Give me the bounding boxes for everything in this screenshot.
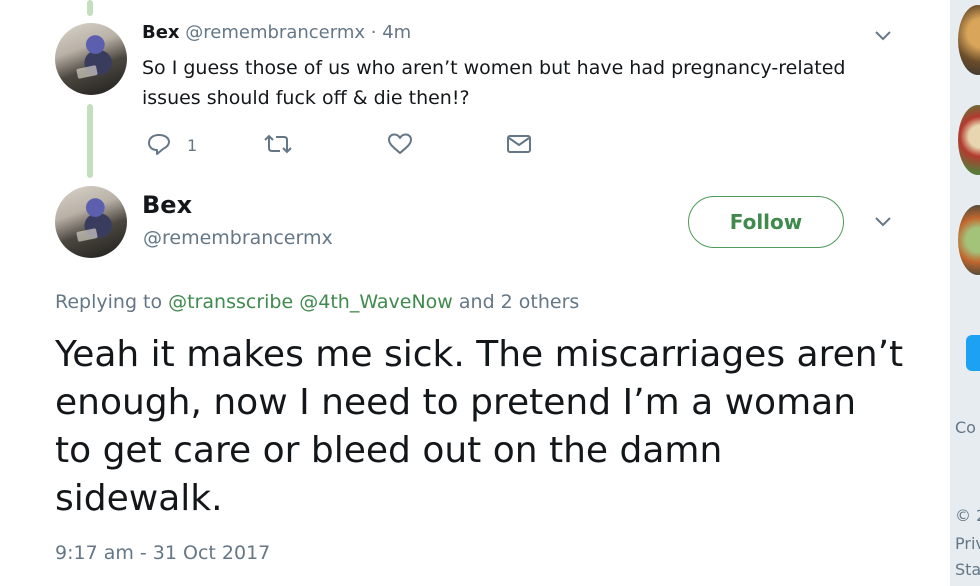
tweet-text: Yeah it makes me sick. The miscarriages … (55, 331, 903, 523)
sidebar-button[interactable] (966, 335, 980, 371)
thread-line-bottom (87, 104, 93, 178)
follow-button[interactable]: Follow (688, 196, 844, 248)
replying-prefix: Replying to (55, 291, 169, 313)
replying-user-link[interactable]: @transscribe (168, 291, 293, 313)
right-sidebar: Co © 2 Priv Sta (950, 0, 980, 586)
sidebar-text[interactable]: Co (955, 418, 976, 437)
parent-tweet-header: Bex @remembrancermx · 4m (142, 22, 411, 43)
replying-others[interactable]: and 2 others (453, 291, 579, 313)
tweet-text-line-2: enough, now I need to pretend I’m a woma… (55, 382, 857, 423)
author-avatar[interactable] (55, 186, 127, 258)
author-display-name[interactable]: Bex (142, 191, 192, 219)
replying-to: Replying to @transscribe @4th_WaveNow an… (55, 291, 579, 313)
sidebar-text: © 2 (955, 506, 980, 525)
tweet-timestamp[interactable]: 9:17 am - 31 Oct 2017 (55, 542, 270, 564)
parent-separator: · (365, 22, 383, 43)
sidebar-avatar[interactable] (958, 105, 980, 175)
parent-text-line-1: So I guess those of us who aren’t women … (142, 57, 846, 79)
replying-user-link[interactable]: @4th_WaveNow (299, 291, 453, 313)
parent-time[interactable]: 4m (382, 22, 411, 43)
parent-handle[interactable]: @remembrancermx (185, 22, 365, 43)
sidebar-avatar[interactable] (958, 5, 980, 75)
author-handle[interactable]: @remembrancermx (143, 227, 333, 249)
parent-text-line-2: issues should fuck off & die then!? (142, 87, 470, 109)
tweet-text-line-4: sidewalk. (55, 478, 223, 519)
tweet-text-line-1: Yeah it makes me sick. The miscarriages … (55, 334, 904, 375)
sidebar-avatar[interactable] (958, 205, 980, 275)
parent-display-name[interactable]: Bex (142, 22, 180, 43)
like-icon[interactable] (385, 130, 415, 158)
tweet-text-line-3: to get care or bleed out on the damn (55, 430, 723, 471)
thread-line-top (87, 0, 93, 16)
parent-tweet-text: So I guess those of us who aren’t women … (142, 53, 845, 113)
chevron-down-icon[interactable] (870, 210, 896, 234)
retweet-icon[interactable] (262, 130, 294, 158)
sidebar-text[interactable]: Sta (955, 560, 980, 579)
chevron-down-icon[interactable] (870, 24, 896, 48)
reply-icon[interactable] (144, 130, 174, 158)
reply-count: 1 (187, 136, 198, 155)
sidebar-text[interactable]: Priv (955, 534, 980, 553)
parent-avatar[interactable] (55, 23, 127, 95)
direct-message-icon[interactable] (504, 131, 534, 157)
